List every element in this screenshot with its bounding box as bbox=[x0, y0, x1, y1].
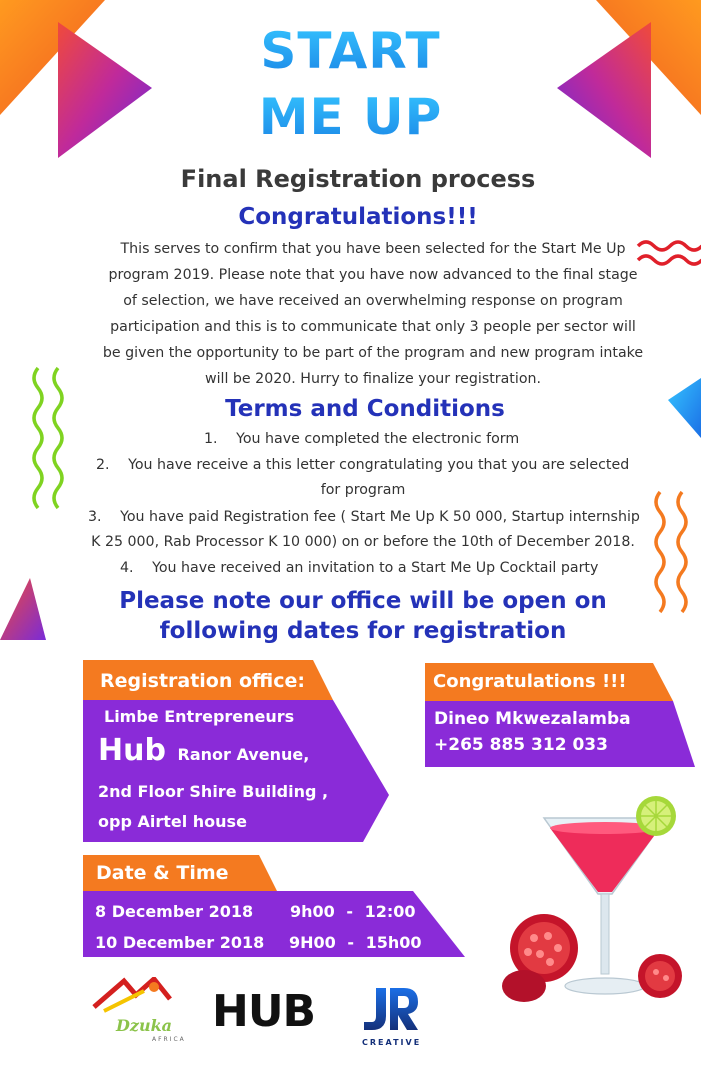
date-time-hours: 9h00 - 12:00 bbox=[290, 902, 416, 921]
contact-label: Congratulations !!! bbox=[433, 671, 627, 692]
intro-line: program 2019. Please note that you have … bbox=[108, 267, 638, 283]
term-item: 4. You have received an invitation to a … bbox=[120, 556, 598, 581]
registration-office-line1: Limbe Entrepreneurs bbox=[104, 707, 295, 726]
contact-phone: +265 885 312 033 bbox=[434, 735, 608, 755]
date-time-label: Date & Time bbox=[96, 862, 229, 884]
registration-office-label: Registration office: bbox=[100, 670, 305, 692]
cocktail-illustration bbox=[502, 796, 682, 1002]
date-time-start: 9h00 bbox=[290, 902, 335, 921]
term-number: 1. bbox=[204, 431, 218, 447]
intro-line: be given the opportunity to be part of t… bbox=[102, 345, 644, 361]
dzuka-logo-text: Dzuka bbox=[116, 1016, 173, 1035]
term-number: 2. bbox=[96, 457, 110, 473]
hub-logo: HUB bbox=[212, 986, 316, 1037]
term-item: 2. You have receive a this letter congra… bbox=[96, 453, 629, 478]
office-note: Please note our office will be open on f… bbox=[0, 586, 701, 646]
intro-line: participation and this is to communicate… bbox=[110, 319, 636, 335]
intro-paragraph: This serves to confirm that you have bee… bbox=[86, 236, 660, 392]
intro-line: of selection, we have received an overwh… bbox=[123, 293, 623, 309]
date-time-date: 10 December 2018 bbox=[95, 933, 265, 952]
term-text-continued: K 25 000, Rab Processor K 10 000) on or … bbox=[91, 534, 635, 550]
term-number: 4. bbox=[120, 560, 134, 576]
jr-creative-logo-subtext: CREATIVE bbox=[362, 1038, 422, 1047]
registration-office-line2: Hub Ranor Avenue, bbox=[98, 733, 309, 768]
date-time-end: 12:00 bbox=[364, 902, 416, 921]
intro-line: will be 2020. Hurry to finalize your reg… bbox=[204, 371, 541, 387]
date-time-start: 9H00 bbox=[289, 933, 336, 952]
contact-name: Dineo Mkwezalamba bbox=[434, 709, 631, 729]
term-text: You have received an invitation to a Sta… bbox=[152, 560, 599, 576]
date-time-end: 15h00 bbox=[365, 933, 422, 952]
term-text: You have receive a this letter congratul… bbox=[128, 457, 630, 473]
intro-line: This serves to confirm that you have bee… bbox=[120, 241, 626, 257]
term-text: You have completed the electronic form bbox=[236, 431, 520, 447]
registration-office-line3: 2nd Floor Shire Building , bbox=[98, 782, 329, 801]
dzuka-logo-subtext: AFRICA bbox=[152, 1036, 186, 1043]
registration-office-street: Ranor Avenue, bbox=[177, 745, 310, 764]
term-item: 1. You have completed the electronic for… bbox=[204, 427, 519, 452]
date-time-dash: - bbox=[346, 902, 354, 921]
office-note-line: Please note our office will be open on bbox=[119, 588, 607, 614]
terms-heading: Terms and Conditions bbox=[225, 396, 505, 422]
registration-office-hub: Hub bbox=[98, 733, 166, 768]
date-time-dash: - bbox=[347, 933, 355, 952]
office-note-line: following dates for registration bbox=[159, 618, 567, 644]
page-subtitle: Final Registration process bbox=[180, 165, 536, 193]
term-text: You have paid Registration fee ( Start M… bbox=[120, 509, 640, 525]
jr-creative-logo-mark bbox=[364, 988, 418, 1030]
title-line-2: ME UP bbox=[0, 88, 701, 146]
dzuka-logo-mark bbox=[92, 977, 172, 1013]
date-time-date: 8 December 2018 bbox=[95, 902, 254, 921]
title-line-1: START bbox=[0, 22, 701, 80]
date-time-row: 8 December 2018 bbox=[95, 902, 253, 921]
term-item: 3. You have paid Registration fee ( Star… bbox=[88, 505, 640, 530]
term-text-continued: for program bbox=[320, 482, 406, 498]
congratulations-heading: Congratulations!!! bbox=[238, 204, 478, 230]
date-time-row: 10 December 2018 bbox=[95, 933, 264, 952]
registration-office-line4: opp Airtel house bbox=[98, 812, 247, 831]
date-time-hours: 9H00 - 15h00 bbox=[289, 933, 422, 952]
term-number: 3. bbox=[88, 509, 102, 525]
